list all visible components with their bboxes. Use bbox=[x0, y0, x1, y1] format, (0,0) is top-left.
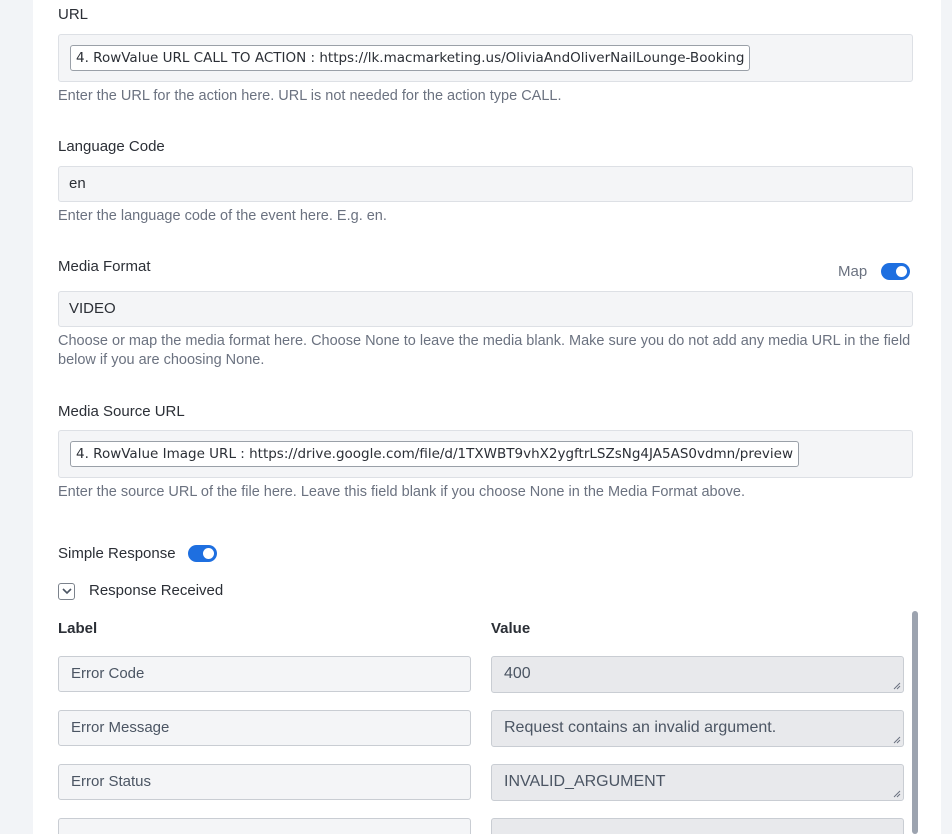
language-code-label: Language Code bbox=[58, 138, 165, 155]
map-label: Map bbox=[838, 263, 868, 280]
row-value-partial[interactable] bbox=[491, 818, 904, 834]
label-column-header: Label bbox=[58, 620, 98, 637]
url-value-pill[interactable]: 4. RowValue URL CALL TO ACTION : https:/… bbox=[70, 45, 751, 71]
row-label-error-status[interactable]: Error Status bbox=[58, 764, 471, 800]
media-source-label: Media Source URL bbox=[58, 403, 185, 420]
row-label-partial[interactable] bbox=[58, 818, 471, 834]
media-source-field[interactable]: 4. RowValue Image URL : https://drive.go… bbox=[58, 430, 913, 478]
language-code-help: Enter the language code of the event her… bbox=[58, 208, 387, 224]
resize-grip-icon[interactable] bbox=[893, 736, 901, 744]
language-code-value: en bbox=[69, 175, 86, 192]
response-received-expand-button[interactable] bbox=[58, 583, 75, 600]
row-label-error-code[interactable]: Error Code bbox=[58, 656, 471, 692]
chevron-down-icon bbox=[61, 588, 72, 595]
map-toggle[interactable] bbox=[881, 263, 910, 280]
response-received-label: Response Received bbox=[89, 582, 224, 599]
media-source-help: Enter the source URL of the file here. L… bbox=[58, 484, 745, 500]
simple-response-label: Simple Response bbox=[58, 545, 176, 562]
row-value-error-message[interactable]: Request contains an invalid argument. bbox=[491, 710, 904, 747]
row-label-error-message[interactable]: Error Message bbox=[58, 710, 471, 746]
media-format-help: Choose or map the media format here. Cho… bbox=[58, 333, 911, 368]
language-code-input[interactable]: en bbox=[58, 166, 913, 202]
url-help: Enter the URL for the action here. URL i… bbox=[58, 88, 562, 104]
form-panel: URL 4. RowValue URL CALL TO ACTION : htt… bbox=[33, 0, 941, 834]
table-scrollbar[interactable] bbox=[912, 611, 918, 834]
row-value-text: INVALID_ARGUMENT bbox=[504, 773, 666, 790]
media-format-label: Media Format bbox=[58, 258, 151, 275]
row-value-text: Request contains an invalid argument. bbox=[504, 719, 777, 736]
simple-response-toggle[interactable] bbox=[188, 545, 217, 562]
row-value-error-status[interactable]: INVALID_ARGUMENT bbox=[491, 764, 904, 801]
resize-grip-icon[interactable] bbox=[893, 790, 901, 798]
media-source-value-pill[interactable]: 4. RowValue Image URL : https://drive.go… bbox=[70, 441, 800, 467]
media-format-value: VIDEO bbox=[69, 300, 116, 317]
row-value-text: 400 bbox=[504, 665, 531, 682]
toggle-knob bbox=[203, 548, 214, 559]
url-label: URL bbox=[58, 6, 89, 23]
url-field[interactable]: 4. RowValue URL CALL TO ACTION : https:/… bbox=[58, 34, 913, 82]
row-value-error-code[interactable]: 400 bbox=[491, 656, 904, 693]
media-format-input[interactable]: VIDEO bbox=[58, 291, 913, 327]
value-column-header: Value bbox=[491, 620, 531, 637]
toggle-knob bbox=[896, 266, 907, 277]
resize-grip-icon[interactable] bbox=[893, 682, 901, 690]
